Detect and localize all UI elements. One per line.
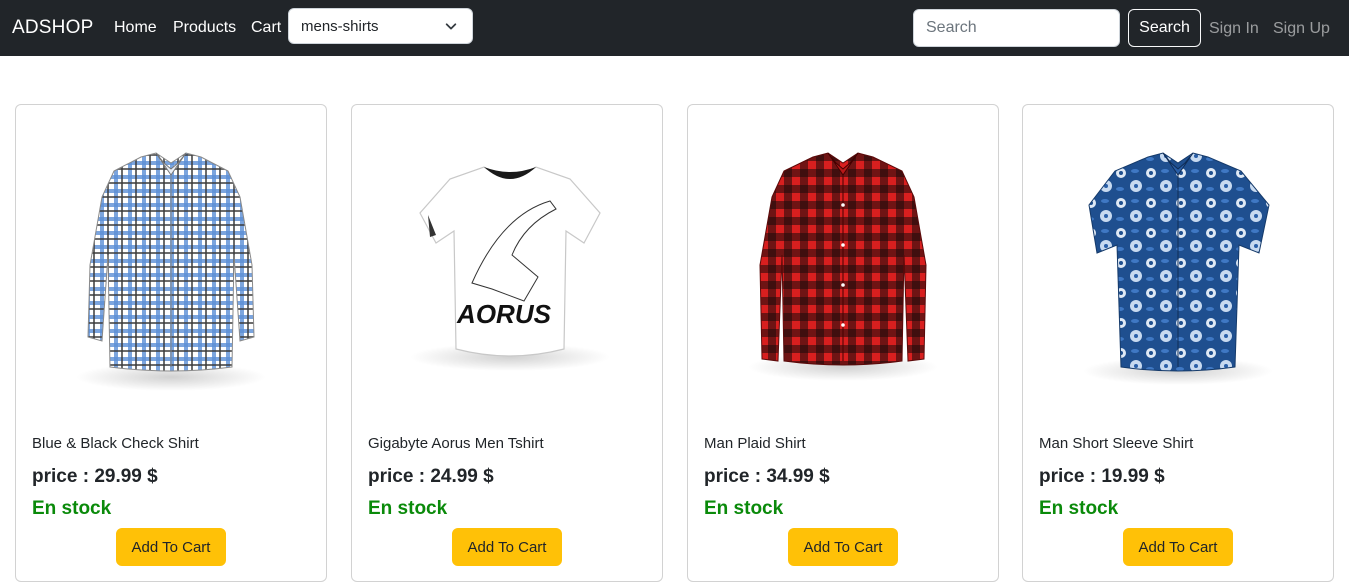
product-price: price : 34.99 $ — [704, 466, 830, 488]
product-price: price : 19.99 $ — [1039, 466, 1165, 488]
add-to-cart-button[interactable]: Add To Cart — [452, 528, 562, 566]
price-value: 34.99 — [766, 466, 814, 487]
product-price: price : 24.99 $ — [368, 466, 494, 488]
price-value: 24.99 — [430, 466, 478, 487]
product-title[interactable]: Blue & Black Check Shirt — [32, 435, 199, 452]
product-card: Man Plaid Shirt price : 34.99 $ En stock… — [687, 104, 999, 582]
price-label: price : — [32, 466, 90, 487]
product-title[interactable]: Man Plaid Shirt — [704, 435, 806, 452]
price-currency: $ — [147, 466, 158, 487]
plaid-shirt-image — [748, 152, 938, 381]
price-value: 29.99 — [94, 466, 142, 487]
product-card: Blue & Black Check Shirt price : 29.99 $… — [15, 104, 327, 582]
search-button[interactable]: Search — [1128, 9, 1201, 47]
nav-products-link[interactable]: Products — [173, 19, 236, 37]
product-title[interactable]: Gigabyte Aorus Men Tshirt — [368, 435, 544, 452]
tshirt-image: AORUS — [410, 166, 610, 371]
check-shirt-image — [76, 152, 266, 391]
stock-status: En stock — [1039, 498, 1119, 519]
brand-logo[interactable]: ADSHOP — [12, 17, 93, 39]
product-image[interactable] — [16, 105, 326, 415]
stock-status: En stock — [704, 498, 784, 519]
price-currency: $ — [819, 466, 830, 487]
top-navbar: ADSHOP Home Products Cart mens-shirts Se… — [0, 0, 1349, 56]
stock-status: En stock — [32, 498, 112, 519]
category-select[interactable]: mens-shirts — [288, 8, 473, 44]
price-label: price : — [704, 466, 762, 487]
add-to-cart-button[interactable]: Add To Cart — [116, 528, 226, 566]
product-image[interactable]: AORUS — [352, 105, 662, 415]
price-label: price : — [368, 466, 426, 487]
product-image[interactable] — [688, 105, 998, 415]
nav-cart-link[interactable]: Cart — [251, 19, 281, 37]
search-input[interactable] — [913, 9, 1120, 47]
price-value: 19.99 — [1101, 466, 1149, 487]
category-select-value: mens-shirts — [301, 18, 379, 35]
product-image[interactable] — [1023, 105, 1333, 415]
add-to-cart-button[interactable]: Add To Cart — [1123, 528, 1233, 566]
add-to-cart-button[interactable]: Add To Cart — [788, 528, 898, 566]
product-price: price : 29.99 $ — [32, 466, 158, 488]
product-title[interactable]: Man Short Sleeve Shirt — [1039, 435, 1193, 452]
price-label: price : — [1039, 466, 1097, 487]
nav-home-link[interactable]: Home — [114, 19, 157, 37]
stock-status: En stock — [368, 498, 448, 519]
short-sleeve-shirt-image — [1083, 152, 1273, 385]
product-card: AORUS Gigabyte Aorus Men Tshirt price : … — [351, 104, 663, 582]
tshirt-logo-text: AORUS — [456, 299, 552, 329]
product-card: Man Short Sleeve Shirt price : 19.99 $ E… — [1022, 104, 1334, 582]
sign-in-link[interactable]: Sign In — [1209, 20, 1259, 38]
price-currency: $ — [483, 466, 494, 487]
chevron-down-icon — [445, 23, 457, 30]
price-currency: $ — [1154, 466, 1165, 487]
sign-up-link[interactable]: Sign Up — [1273, 20, 1330, 38]
